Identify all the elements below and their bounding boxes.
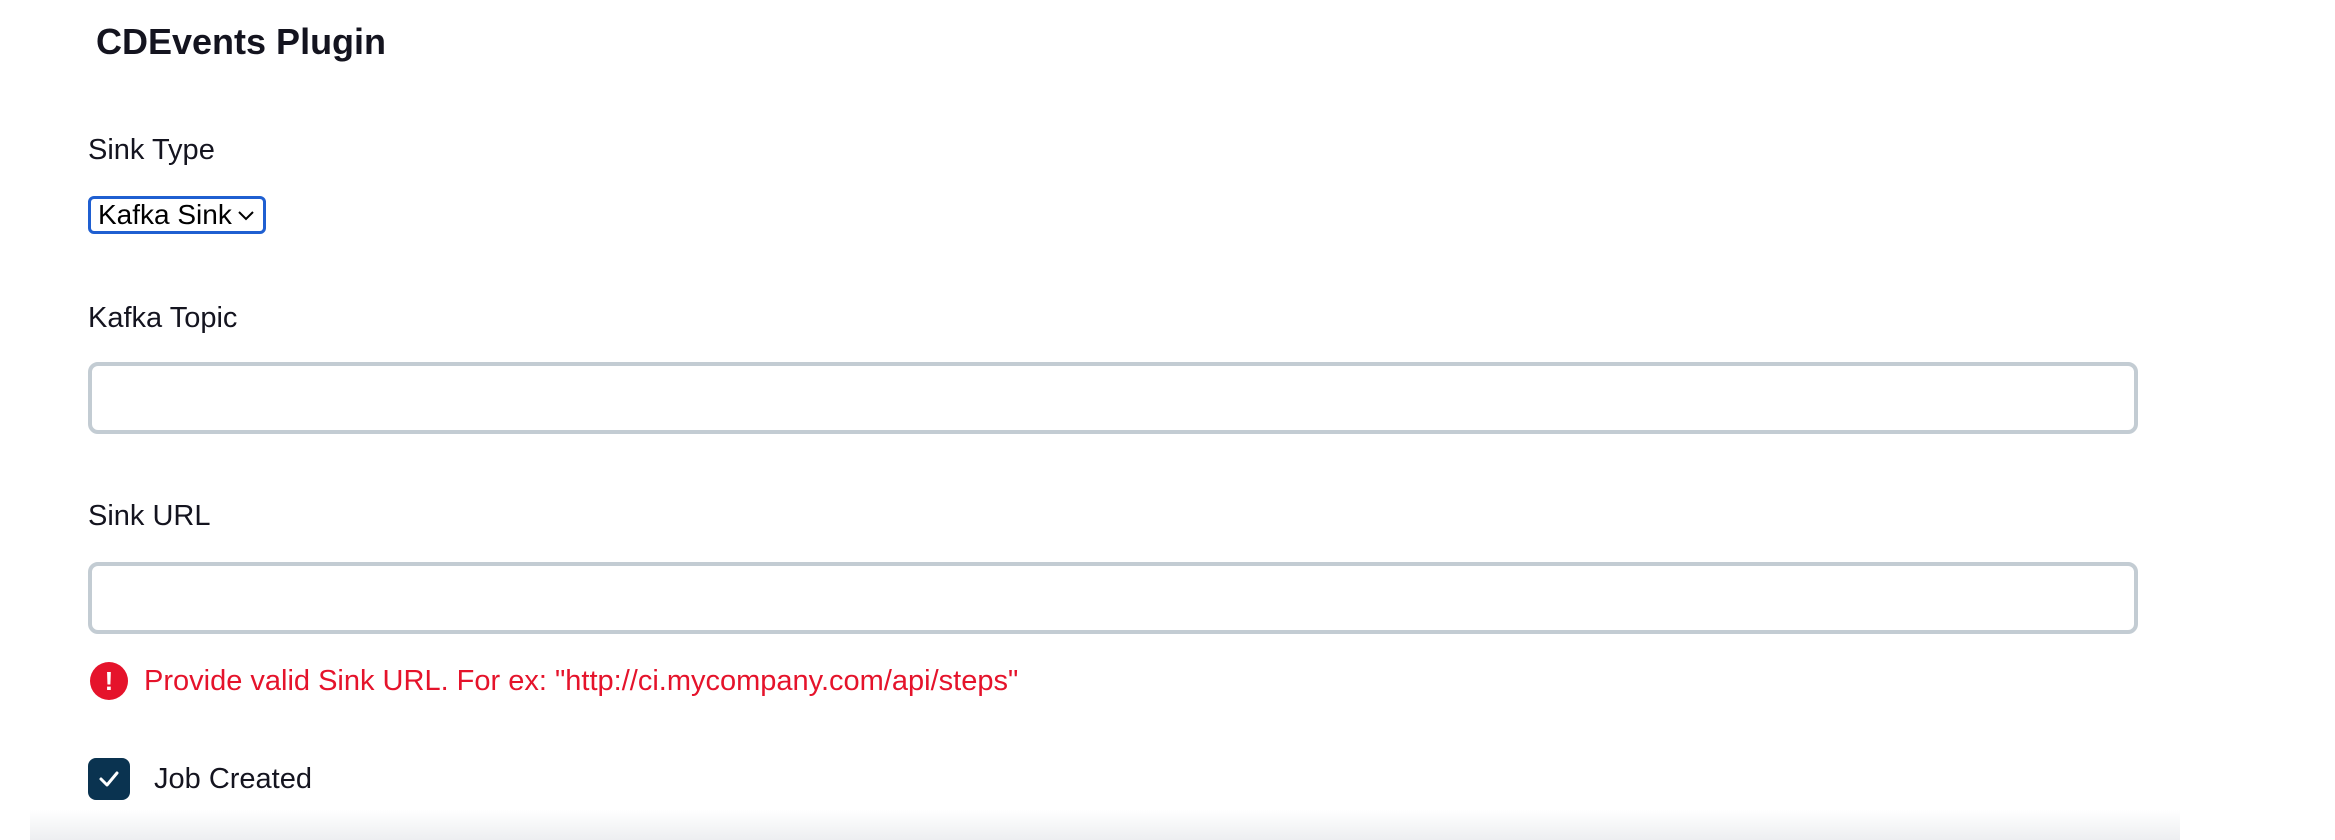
- sink-url-error-text: Provide valid Sink URL. For ex: "http://…: [144, 665, 1019, 697]
- sink-type-label: Sink Type: [88, 134, 215, 166]
- kafka-topic-label: Kafka Topic: [88, 302, 238, 334]
- sink-url-input[interactable]: [88, 562, 2138, 634]
- sink-type-select[interactable]: Kafka Sink: [88, 196, 266, 234]
- sink-type-selected-value: Kafka Sink: [98, 199, 232, 230]
- bottom-shadow: [30, 810, 2180, 840]
- kafka-topic-input[interactable]: [88, 362, 2138, 434]
- plugin-config-page: CDEvents Plugin Sink Type Kafka Sink Kaf…: [0, 0, 2335, 840]
- error-icon: !: [90, 662, 128, 700]
- job-created-checkbox[interactable]: [88, 758, 130, 800]
- sink-url-label: Sink URL: [88, 500, 211, 532]
- checkmark-icon: [99, 771, 119, 787]
- chevron-down-icon: [238, 211, 254, 221]
- job-created-label: Job Created: [154, 763, 312, 795]
- job-created-checkbox-row[interactable]: Job Created: [88, 758, 312, 800]
- section-title: CDEvents Plugin: [96, 21, 387, 62]
- sink-url-error: ! Provide valid Sink URL. For ex: "http:…: [90, 662, 1018, 700]
